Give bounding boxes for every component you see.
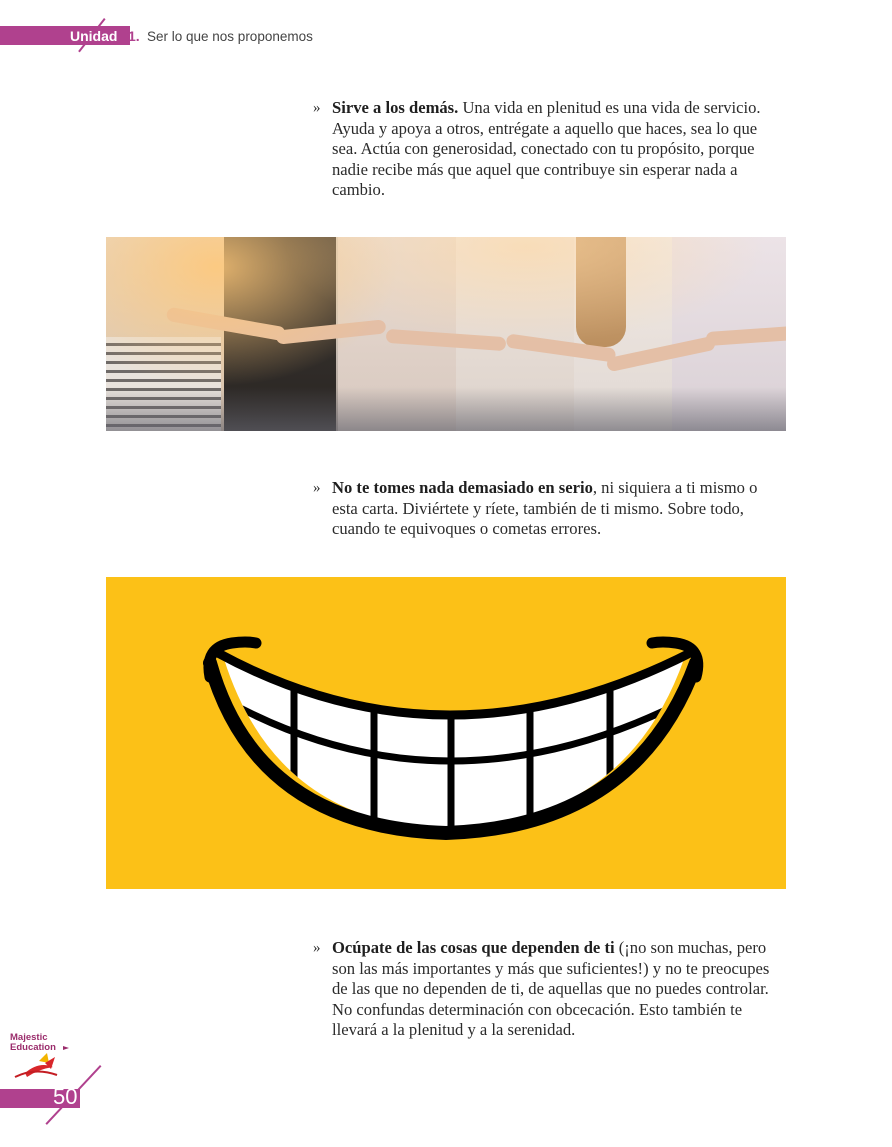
unit-number: 1. [128, 28, 140, 44]
bullet-paragraph-control: » Ocúpate de las cosas que dependen de t… [313, 938, 773, 1041]
bullet-marker: » [313, 940, 321, 956]
warm-light-overlay [106, 237, 786, 431]
bullet-paragraph-humor: » No te tomes nada demasiado en serio, n… [313, 478, 773, 540]
bullet-text: Sirve a los demás. Una vida en plenitud … [332, 98, 773, 201]
bullet-bold-lead: Sirve a los demás. [332, 98, 459, 117]
unit-title: Ser lo que nos proponemos [147, 29, 313, 44]
bullet-text: No te tomes nada demasiado en serio, ni … [332, 478, 773, 540]
bullet-bold-lead: Ocúpate de las cosas que dependen de ti [332, 938, 615, 957]
bullet-marker: » [313, 480, 321, 496]
bullet-marker: » [313, 100, 321, 116]
bullet-bold-lead: No te tomes nada demasiado en serio [332, 478, 593, 497]
bullet-paragraph-serve: » Sirve a los demás. Una vida en plenitu… [313, 98, 773, 201]
smile-icon [203, 636, 704, 841]
people-holding-hands-photo [106, 237, 786, 431]
bullet-text: Ocúpate de las cosas que dependen de ti … [332, 938, 773, 1041]
unit-label: Unidad [70, 28, 118, 44]
smile-illustration-panel [106, 577, 786, 889]
page-number: 50 [53, 1084, 78, 1109]
publisher-logo-icon [14, 1046, 69, 1078]
